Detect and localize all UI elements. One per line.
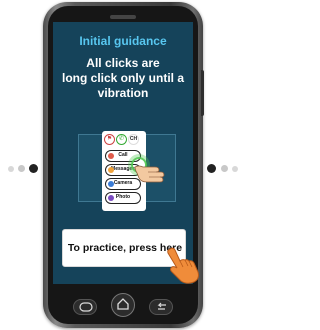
guidance-instruction: All clicks are long click only until a v… <box>53 56 193 101</box>
recent-apps-button[interactable] <box>149 299 173 315</box>
recent-apps-icon <box>157 302 166 310</box>
back-button[interactable] <box>73 299 97 315</box>
carousel-dot-left-mid <box>18 165 25 172</box>
carousel-dot-right-mid <box>221 165 228 172</box>
flag-icon: ⚑ <box>104 134 115 145</box>
carousel-dot-left-far <box>8 166 14 172</box>
carousel-dot-right-far <box>232 166 238 172</box>
messages-icon <box>108 167 114 173</box>
back-icon <box>79 302 93 312</box>
hand-icon <box>134 165 165 183</box>
home-button[interactable] <box>111 293 135 317</box>
camera-icon <box>108 181 114 187</box>
instruction-line-2: long click only until a <box>61 71 184 85</box>
demo-corner-label: CH <box>128 134 139 145</box>
call-icon <box>108 153 114 159</box>
demo-illustration: ⚑ ✆ CH Call Messages Camera Photo <box>78 131 176 211</box>
carousel-dot-right-near[interactable] <box>207 164 216 173</box>
instruction-line-3: vibration <box>97 86 149 100</box>
demo-item-photo: Photo <box>105 192 141 204</box>
demo-top-icons: ⚑ ✆ CH <box>104 134 144 146</box>
carousel-dot-left-near[interactable] <box>29 164 38 173</box>
earpiece-speaker <box>110 15 136 19</box>
home-icon <box>117 298 129 310</box>
volume-key <box>201 70 204 116</box>
photo-icon <box>108 195 114 201</box>
phone-icon: ✆ <box>116 134 127 145</box>
navigation-bar <box>73 293 173 321</box>
pointing-hand-icon <box>167 247 199 284</box>
guidance-title: Initial guidance <box>79 34 167 48</box>
instruction-line-1: All clicks are <box>86 56 160 70</box>
